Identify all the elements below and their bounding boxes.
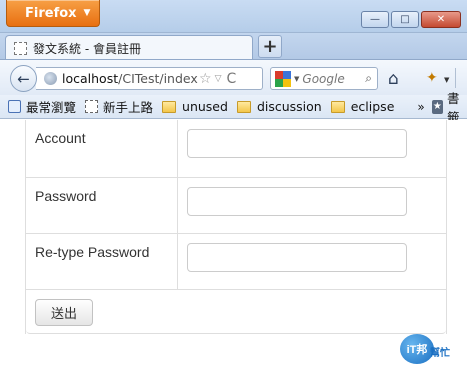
field-label: Account [26, 120, 178, 177]
bookmark-folder-unused[interactable]: unused [162, 99, 228, 114]
form-row-password: Password [26, 178, 446, 234]
url-bar[interactable]: localhost/CITest/index.p ☆ ▽ C [36, 67, 263, 90]
search-bar[interactable]: ▼ Google ⌕ [270, 67, 378, 90]
toolbar-divider [455, 68, 456, 88]
chevron-down-icon: ▼ [83, 8, 91, 18]
close-button[interactable]: ✕ [421, 11, 461, 28]
folder-icon [162, 100, 177, 113]
url-host: localhost [62, 71, 119, 86]
maximize-button[interactable]: □ [391, 11, 419, 28]
firefox-menu-button[interactable]: Firefox ▼ [6, 0, 100, 27]
tab-active[interactable]: 發文系統 - 會員註冊 [5, 35, 253, 60]
bookmarks-menu-icon[interactable]: ★ [431, 99, 443, 114]
reload-icon[interactable]: C [226, 71, 236, 87]
firefox-menu-label: Firefox [25, 5, 77, 21]
input-cell [178, 234, 446, 289]
submit-button[interactable]: 送出 [35, 299, 93, 326]
ithome-watermark-logo: iT邦 幫忙 [396, 330, 464, 368]
page-icon [14, 41, 27, 55]
bookmark-most-visited[interactable]: 最常瀏覽 [0, 97, 76, 116]
search-page-icon [8, 100, 21, 113]
field-label: Re-type Password [26, 234, 178, 289]
folder-icon [236, 100, 251, 113]
search-input[interactable]: Google [302, 72, 365, 86]
bookmark-star-icon[interactable]: ☆ [199, 71, 212, 87]
watermark-badge: iT邦 [400, 334, 434, 364]
bookmarks-toolbar: 最常瀏覽 新手上路 unused discussion eclipse » ★ … [0, 91, 467, 125]
back-arrow-icon: ← [17, 69, 30, 88]
search-icon[interactable]: ⌕ [365, 71, 372, 86]
window-titlebar: Firefox ▼ — □ ✕ [0, 0, 467, 33]
tab-bar: 發文系統 - 會員註冊 + [0, 33, 467, 60]
form-row-retype-password: Re-type Password [26, 234, 446, 290]
input-cell [178, 120, 446, 177]
minimize-button[interactable]: — [361, 11, 389, 28]
url-path: /CITest/index.p [118, 71, 198, 86]
globe-icon [44, 72, 57, 85]
bookmarks-overflow-chevron-icon[interactable]: » [417, 100, 424, 114]
input-cell [178, 178, 446, 233]
bookmark-getting-started[interactable]: 新手上路 [85, 97, 153, 116]
window-controls: — □ ✕ [361, 11, 461, 28]
google-icon[interactable] [275, 70, 291, 87]
bookmark-folder-discussion[interactable]: discussion [236, 99, 322, 114]
chevron-down-icon[interactable]: ▼ [294, 75, 299, 83]
account-input[interactable] [187, 129, 407, 158]
password-input[interactable] [187, 187, 407, 216]
bookmark-label: 新手上路 [103, 100, 154, 115]
watermark-text: 幫忙 [430, 348, 450, 359]
back-button[interactable]: ← [10, 65, 37, 92]
bookmark-label: discussion [256, 99, 322, 114]
url-dropdown-icon[interactable]: ▽ [215, 74, 222, 84]
register-form: Account Password Re-type Password 送出 [25, 120, 447, 334]
bookmark-label: 最常瀏覽 [26, 100, 77, 115]
bookmark-label: eclipse [350, 99, 395, 114]
retype-password-input[interactable] [187, 243, 407, 272]
home-icon[interactable]: ⌂ [388, 69, 399, 89]
field-label: Password [26, 178, 178, 233]
form-row-account: Account [26, 120, 446, 178]
addon-icon[interactable]: ✦ [426, 70, 438, 86]
bookmark-label: unused [182, 99, 228, 114]
navigation-toolbar: localhost/CITest/index.p ☆ ▽ C ← ▼ Googl… [0, 59, 467, 95]
chevron-down-icon[interactable]: ▼ [444, 76, 449, 84]
bookmark-folder-eclipse[interactable]: eclipse [330, 99, 395, 114]
form-row-submit: 送出 [26, 290, 446, 334]
new-tab-button[interactable]: + [258, 35, 282, 58]
tab-title: 發文系統 - 會員註冊 [33, 41, 141, 56]
url-text[interactable]: localhost/CITest/index.p [62, 71, 198, 86]
folder-icon [330, 100, 345, 113]
page-icon [85, 100, 99, 113]
